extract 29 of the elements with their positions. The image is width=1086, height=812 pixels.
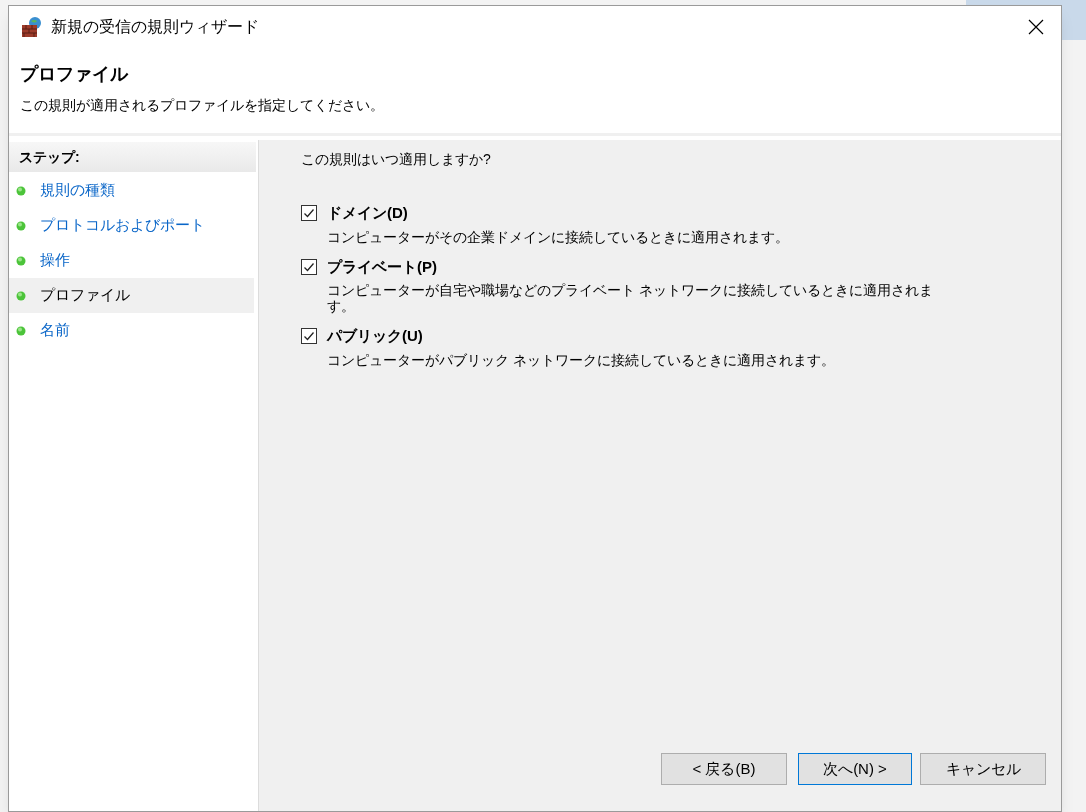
checkbox[interactable] (301, 258, 317, 275)
step-bullet-icon (16, 255, 26, 266)
page-description: この規則が適用されるプロファイルを指定してください。 (20, 96, 385, 115)
window-title: 新規の受信の規則ウィザード (51, 17, 259, 37)
dialog-button[interactable]: < 戻る(B) (661, 753, 787, 785)
step-item[interactable]: 規則の種類 (9, 173, 254, 208)
option-description: コンピューターがパブリック ネットワークに接続しているときに適用されます。 (327, 351, 836, 368)
close-icon (1028, 19, 1044, 35)
step-bullet-icon (16, 325, 26, 336)
question-text: この規則はいつ適用しますか? (301, 150, 492, 168)
dialog-button[interactable]: 次へ(N) > (798, 753, 912, 785)
step-bullet-icon (16, 290, 26, 301)
checkbox-label[interactable]: ドメイン(D) (327, 202, 408, 225)
step-item[interactable]: 名前 (9, 313, 254, 348)
option-description: コンピューターが自宅や職場などのプライベート ネットワークに接続しているときに適用されます。 (327, 282, 934, 314)
checkbox[interactable] (301, 328, 317, 345)
step-bullet-icon (16, 185, 26, 196)
option-description: コンピューターがその企業ドメインに接続しているときに適用されます。 (327, 228, 790, 245)
step-item[interactable]: 操作 (9, 243, 254, 278)
checkbox-label[interactable]: パブリック(U) (327, 325, 423, 348)
checkbox-label[interactable]: プライベート(P) (327, 255, 437, 278)
step-item[interactable]: プロファイル (9, 278, 254, 313)
steps-heading: ステップ: (19, 147, 80, 167)
checkbox[interactable] (301, 205, 317, 222)
page-heading: プロファイル (20, 63, 130, 86)
step-bullet-icon (16, 220, 26, 231)
dialog-button[interactable]: キャンセル (920, 753, 1046, 785)
step-item[interactable]: プロトコルおよびポート (9, 208, 254, 243)
firewall-globe-icon (21, 16, 43, 38)
